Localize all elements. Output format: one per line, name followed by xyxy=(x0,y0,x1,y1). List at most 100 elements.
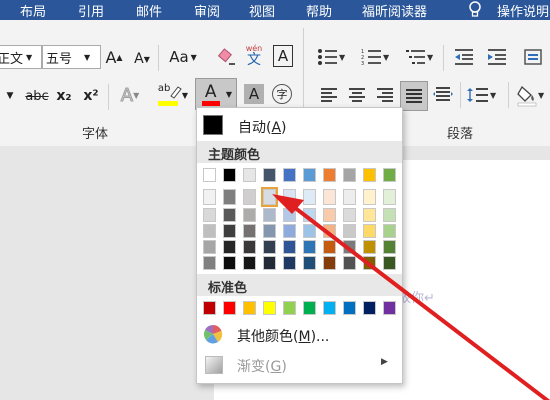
superscript-button[interactable]: x² xyxy=(82,86,100,106)
font-family-select[interactable]: 正文 ▼ xyxy=(0,45,42,69)
theme-color-swatch[interactable] xyxy=(383,189,396,205)
theme-color-swatch[interactable] xyxy=(243,168,256,182)
align-center-button[interactable] xyxy=(346,84,368,106)
tab-tell-me[interactable]: 操作说明 xyxy=(497,1,549,20)
theme-color-swatch[interactable] xyxy=(283,256,296,270)
theme-color-swatch[interactable] xyxy=(343,189,356,205)
theme-color-swatch[interactable] xyxy=(303,208,316,222)
change-case-button[interactable]: Aa ▼ xyxy=(166,46,200,68)
text-effects-button[interactable]: A ▼ xyxy=(116,84,144,106)
theme-color-swatch[interactable] xyxy=(343,168,356,182)
justify-button[interactable] xyxy=(400,81,428,111)
numbering-button[interactable]: 1 2 3 ▼ xyxy=(360,46,390,68)
theme-color-swatch[interactable] xyxy=(383,168,396,182)
increase-indent-button[interactable] xyxy=(485,46,509,68)
theme-color-swatch[interactable] xyxy=(363,189,376,205)
font-color-button[interactable]: A ▼ xyxy=(195,78,237,110)
theme-color-swatch[interactable] xyxy=(323,168,336,182)
theme-color-swatch[interactable] xyxy=(383,224,396,238)
theme-color-swatch[interactable] xyxy=(323,189,336,205)
theme-color-swatch[interactable] xyxy=(323,208,336,222)
subscript-button[interactable]: x₂ xyxy=(55,86,73,106)
theme-color-swatch[interactable] xyxy=(243,189,256,205)
grow-font-button[interactable]: A ▲ xyxy=(105,46,123,68)
theme-color-swatch[interactable] xyxy=(303,224,316,238)
theme-color-swatch[interactable] xyxy=(283,208,296,222)
standard-color-swatch[interactable] xyxy=(323,301,336,315)
tab-layout[interactable]: 布局 xyxy=(20,1,46,20)
theme-color-swatch[interactable] xyxy=(323,240,336,254)
theme-color-swatch[interactable] xyxy=(363,168,376,182)
theme-color-swatch-hovered[interactable] xyxy=(261,187,278,207)
chevron-down-icon[interactable]: ▼ xyxy=(4,86,16,106)
enclose-characters-button[interactable]: 字 xyxy=(272,84,292,104)
tab-review[interactable]: 审阅 xyxy=(194,1,220,20)
shrink-font-button[interactable]: A ▼ xyxy=(133,48,151,70)
theme-color-swatch[interactable] xyxy=(223,168,236,182)
theme-color-swatch[interactable] xyxy=(243,224,256,238)
font-size-select[interactable]: 五号 ▼ xyxy=(42,45,101,69)
character-border-button[interactable]: A xyxy=(273,45,293,67)
lightbulb-icon[interactable] xyxy=(467,0,483,22)
gradient-item[interactable]: 渐变(G) ▶ xyxy=(197,352,402,378)
theme-color-swatch[interactable] xyxy=(363,256,376,270)
theme-color-swatch[interactable] xyxy=(203,256,216,270)
theme-color-swatch[interactable] xyxy=(203,224,216,238)
highlight-color-button[interactable]: ab ▼ xyxy=(155,82,191,108)
distributed-button[interactable] xyxy=(432,84,454,106)
theme-color-swatch[interactable] xyxy=(223,208,236,222)
theme-color-swatch[interactable] xyxy=(283,168,296,182)
decrease-indent-button[interactable] xyxy=(452,46,476,68)
theme-color-swatch[interactable] xyxy=(223,240,236,254)
theme-color-swatch[interactable] xyxy=(383,256,396,270)
theme-color-swatch[interactable] xyxy=(363,240,376,254)
theme-color-swatch[interactable] xyxy=(303,240,316,254)
standard-color-swatch[interactable] xyxy=(383,301,396,315)
theme-color-swatch[interactable] xyxy=(383,240,396,254)
theme-color-swatch[interactable] xyxy=(263,208,276,222)
theme-color-swatch[interactable] xyxy=(363,224,376,238)
standard-color-swatch[interactable] xyxy=(223,301,236,315)
character-shading-button[interactable]: A xyxy=(244,84,264,104)
standard-color-swatch[interactable] xyxy=(343,301,356,315)
align-right-button[interactable] xyxy=(374,84,396,106)
theme-color-swatch[interactable] xyxy=(283,189,296,205)
theme-color-swatch[interactable] xyxy=(263,256,276,270)
theme-color-swatch[interactable] xyxy=(263,224,276,238)
theme-color-swatch[interactable] xyxy=(243,240,256,254)
theme-color-swatch[interactable] xyxy=(343,240,356,254)
standard-color-swatch[interactable] xyxy=(363,301,376,315)
tab-mailings[interactable]: 邮件 xyxy=(136,1,162,20)
standard-color-swatch[interactable] xyxy=(243,301,256,315)
theme-color-swatch[interactable] xyxy=(283,224,296,238)
theme-color-swatch[interactable] xyxy=(223,256,236,270)
align-left-button[interactable] xyxy=(318,84,340,106)
more-colors-item[interactable]: 其他颜色(M)... xyxy=(197,322,402,348)
theme-color-swatch[interactable] xyxy=(323,256,336,270)
standard-color-swatch[interactable] xyxy=(263,301,276,315)
theme-color-swatch[interactable] xyxy=(323,224,336,238)
theme-color-swatch[interactable] xyxy=(283,240,296,254)
theme-color-swatch[interactable] xyxy=(243,208,256,222)
standard-color-swatch[interactable] xyxy=(283,301,296,315)
tab-references[interactable]: 引用 xyxy=(78,1,104,20)
theme-color-swatch[interactable] xyxy=(203,240,216,254)
tab-help[interactable]: 帮助 xyxy=(306,1,332,20)
theme-color-swatch[interactable] xyxy=(303,168,316,182)
theme-color-swatch[interactable] xyxy=(363,208,376,222)
standard-color-swatch[interactable] xyxy=(203,301,216,315)
theme-color-swatch[interactable] xyxy=(303,256,316,270)
automatic-color-item[interactable]: 自动(A) xyxy=(197,113,402,139)
theme-color-swatch[interactable] xyxy=(383,208,396,222)
theme-color-swatch[interactable] xyxy=(263,168,276,182)
theme-color-swatch[interactable] xyxy=(223,224,236,238)
tab-foxit-reader[interactable]: 福昕阅读器 xyxy=(362,1,427,20)
theme-color-swatch[interactable] xyxy=(343,224,356,238)
strikethrough-button[interactable]: abc xyxy=(24,86,50,106)
theme-color-swatch[interactable] xyxy=(203,208,216,222)
theme-color-swatch[interactable] xyxy=(223,189,236,205)
theme-color-swatch[interactable] xyxy=(243,256,256,270)
theme-color-swatch[interactable] xyxy=(343,256,356,270)
standard-color-swatch[interactable] xyxy=(303,301,316,315)
clear-formatting-button[interactable] xyxy=(215,46,237,68)
